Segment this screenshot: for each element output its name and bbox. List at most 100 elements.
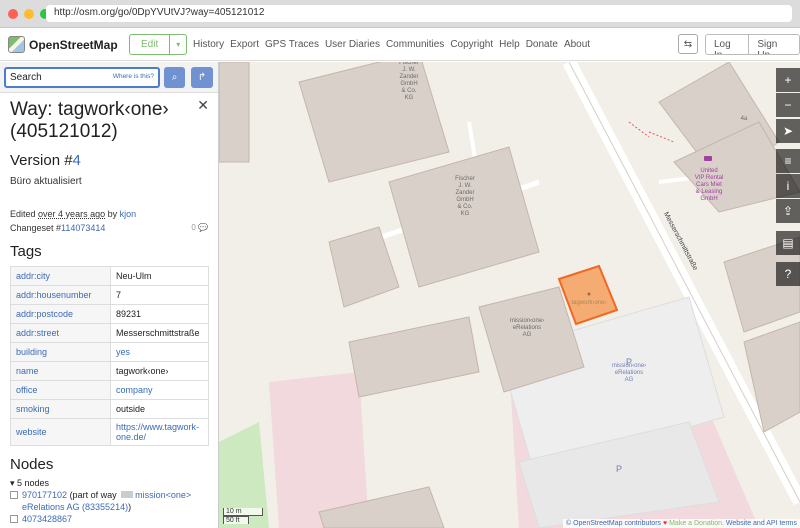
tag-value: 89231 [110, 304, 209, 324]
version-link[interactable]: 4 [73, 152, 81, 169]
tags-table: addr:city Neu-Ulm addr:housenumber 7 addr:po… [10, 266, 209, 446]
map-canvas: Fischer J. W. Zander GmbH & Co. KG Fischer J. … [219, 62, 800, 528]
tag-key[interactable]: addr:city [10, 266, 111, 286]
tag-key[interactable]: name [10, 361, 111, 381]
comments-count-value: 0 [191, 223, 196, 232]
tag-key[interactable]: addr:postcode [10, 304, 111, 324]
nav-gps-traces[interactable]: GPS Traces [265, 39, 319, 50]
tag-key[interactable]: addr:housenumber [10, 285, 111, 305]
tag-key[interactable]: building [10, 342, 111, 362]
locate-icon[interactable]: ➤ [776, 119, 800, 143]
nav-history[interactable]: History [193, 39, 224, 50]
map-view[interactable]: Fischer J. W. Zander GmbH & Co. KG Fischer J. … [219, 62, 800, 528]
help-icon[interactable]: ? [776, 262, 800, 286]
comments-count[interactable]: 0 💬 [191, 221, 208, 235]
donate-link[interactable]: Make a Donation. [669, 520, 724, 527]
nodes-count[interactable]: ▾ 5 nodes [10, 477, 208, 489]
site-logo[interactable]: OpenStreetMap [8, 36, 118, 53]
label-line: & Co. [457, 204, 472, 210]
nav-export[interactable]: Export [230, 39, 259, 50]
node-post: ) [128, 502, 132, 512]
scale-metric: 10 m [223, 508, 263, 516]
close-icon[interactable]: ✕ [197, 97, 209, 114]
note-icon[interactable]: ▤ [776, 231, 800, 255]
label-line: United [700, 168, 717, 174]
feature-description: Büro aktualisiert [10, 176, 82, 187]
table-row: smoking outside [10, 399, 209, 419]
table-row: building yes [10, 342, 209, 362]
tag-key[interactable]: smoking [10, 399, 111, 419]
label-line: GmbH [456, 197, 473, 203]
barrier-line [628, 121, 650, 138]
tag-key[interactable]: office [10, 380, 111, 400]
nav-user-diaries[interactable]: User Diaries [325, 39, 380, 50]
edit-button[interactable]: Edit ▾ [129, 34, 188, 55]
tag-value: 7 [110, 285, 209, 305]
signup-button[interactable]: Sign Up [748, 35, 799, 54]
chevron-down-icon[interactable]: ▾ [169, 35, 186, 54]
way-icon [121, 491, 134, 498]
nodes-list: ▾ 5 nodes 970177102 (part of way mission… [10, 477, 208, 525]
tag-value[interactable]: https://www.tagwork-one.de/ [110, 418, 209, 446]
changeset-link[interactable]: 114073414 [61, 223, 105, 233]
table-row: addr:housenumber 7 [10, 285, 209, 305]
label-line: & Co. [401, 88, 416, 94]
translate-icon[interactable]: ⇆ [678, 34, 698, 54]
label-line: J. W. [402, 67, 416, 73]
label-parking-p2: P [616, 464, 622, 474]
search-placeholder: Search [10, 72, 42, 83]
edit-meta: Edited over 4 years ago by kjon Changese… [10, 207, 208, 235]
tag-value[interactable]: yes [110, 342, 209, 362]
info-icon[interactable]: i [776, 174, 800, 198]
tag-value[interactable]: company [110, 380, 209, 400]
share-icon[interactable]: ⇪ [776, 199, 800, 223]
address-bar[interactable]: http://osm.org/go/0DpYVUtVJ?way=40512101… [46, 5, 792, 22]
tag-value: Messerschmittstraße [110, 323, 209, 343]
user-link[interactable]: kjon [120, 209, 137, 219]
version-prefix: Version # [10, 152, 73, 169]
label-line: Cars Miet [696, 182, 722, 188]
nodes-heading: Nodes [10, 456, 54, 473]
list-item: 4073428867 [10, 513, 208, 525]
zoom-out-button[interactable]: − [776, 93, 800, 117]
table-row: name tagwork‹one› [10, 361, 209, 381]
poi-dot [587, 292, 591, 296]
logo-text: OpenStreetMap [29, 37, 118, 52]
table-row: addr:postcode 89231 [10, 304, 209, 324]
tags-heading: Tags [10, 243, 42, 260]
label-line: KG [461, 211, 470, 217]
label-line: Fischer [399, 62, 419, 66]
label-line: Zander [455, 190, 474, 196]
search-icon[interactable]: ⌕ [164, 67, 185, 88]
scale-imperial: 50 ft [223, 516, 249, 524]
nav-communities[interactable]: Communities [386, 39, 444, 50]
nav-about[interactable]: About [564, 39, 590, 50]
table-row: addr:city Neu-Ulm [10, 266, 209, 286]
label-line: eRelations [615, 370, 643, 376]
search-input[interactable]: Search Where is this? [4, 67, 160, 88]
nav-donate[interactable]: Donate [526, 39, 558, 50]
sidebar: Search Where is this? ⌕ ↱ ✕ Way: tagwork… [0, 62, 219, 528]
tag-value: Neu-Ulm [110, 266, 209, 286]
minimize-window-button[interactable] [24, 9, 34, 19]
label-line: & Leasing [696, 189, 723, 195]
attribution-osm-link[interactable]: © OpenStreetMap contributors [566, 520, 661, 527]
login-button[interactable]: Log In [706, 35, 748, 54]
terms-link[interactable]: Website and API terms [726, 520, 797, 527]
tag-key[interactable]: website [10, 418, 111, 446]
label-line: Zander [399, 74, 418, 80]
label-line: eRelations [513, 325, 541, 331]
nav-help[interactable]: Help [499, 39, 520, 50]
node-link[interactable]: 970177102 [22, 490, 67, 500]
layers-icon[interactable]: ≡ [776, 149, 800, 173]
auth-buttons: Log In Sign Up [705, 34, 800, 55]
label-line: AG [523, 332, 532, 338]
zoom-in-button[interactable]: + [776, 68, 800, 92]
node-link[interactable]: 4073428867 [22, 513, 72, 525]
nav-copyright[interactable]: Copyright [450, 39, 493, 50]
tag-key[interactable]: addr:street [10, 323, 111, 343]
where-is-this-link[interactable]: Where is this? [113, 73, 154, 80]
table-row: addr:street Messerschmittstraße [10, 323, 209, 343]
close-window-button[interactable] [8, 9, 18, 19]
directions-icon[interactable]: ↱ [191, 67, 213, 88]
